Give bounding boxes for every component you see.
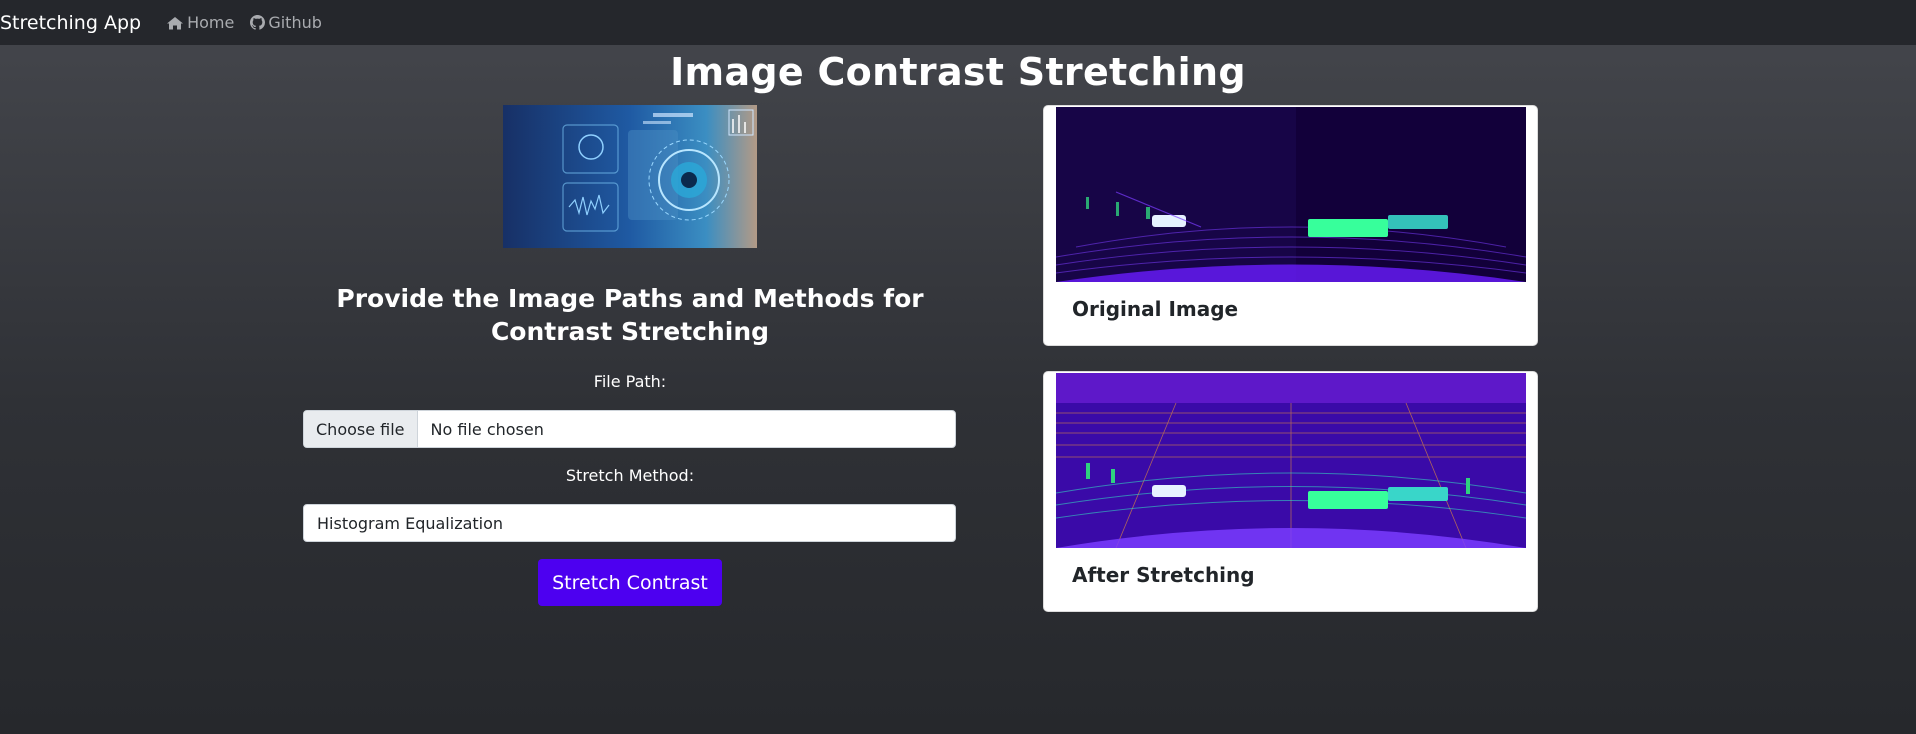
nav-link-github-label: Github bbox=[268, 13, 322, 32]
stretch-contrast-button[interactable]: Stretch Contrast bbox=[538, 559, 722, 606]
after-stretching-title: After Stretching bbox=[1072, 563, 1255, 587]
original-image bbox=[1056, 107, 1526, 282]
stretch-method-select[interactable]: Histogram Equalization bbox=[303, 504, 956, 542]
brand[interactable]: Stretching App bbox=[0, 12, 141, 34]
after-stretching-card: After Stretching bbox=[1043, 371, 1538, 612]
choose-file-button[interactable]: Choose file bbox=[304, 411, 418, 447]
nav-link-github[interactable]: Github bbox=[250, 13, 322, 32]
home-icon bbox=[167, 16, 184, 29]
original-image-card: Original Image bbox=[1043, 105, 1538, 346]
hero-image bbox=[503, 105, 757, 248]
original-image-title: Original Image bbox=[1072, 297, 1239, 321]
file-status: No file chosen bbox=[430, 419, 544, 439]
stretch-method-label: Stretch Method: bbox=[565, 466, 695, 485]
navbar: Stretching App Home Github bbox=[0, 0, 1916, 45]
file-input[interactable]: Choose file No file chosen bbox=[303, 410, 956, 448]
nav-link-home[interactable]: Home bbox=[166, 13, 234, 32]
page-title: Image Contrast Stretching bbox=[670, 50, 1246, 94]
nav-link-home-label: Home bbox=[187, 13, 235, 32]
after-stretching-image bbox=[1056, 373, 1526, 548]
github-icon bbox=[250, 15, 266, 30]
file-path-label: File Path: bbox=[593, 372, 667, 391]
form-heading: Provide the Image Paths and Methods for … bbox=[336, 284, 924, 346]
